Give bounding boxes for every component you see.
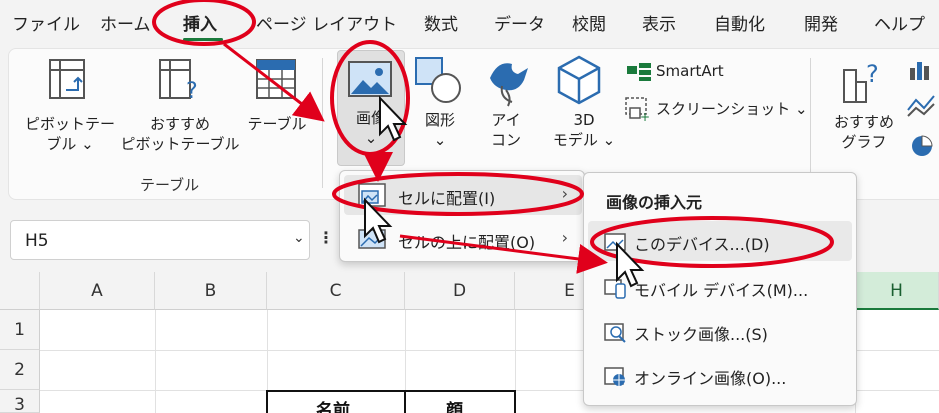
gridline (155, 310, 156, 413)
icons-label[interactable]: アイ コン (484, 110, 528, 150)
table-border (514, 390, 516, 413)
menu-item-mobile-device[interactable]: モバイル デバイス(M)... (588, 267, 852, 307)
column-header-a[interactable]: A (40, 272, 155, 310)
this-device-icon (604, 233, 626, 251)
active-tab-indicator (183, 38, 223, 41)
tab-home[interactable]: ホーム (100, 10, 151, 35)
chevron-down-icon[interactable]: ⌄ (293, 230, 305, 246)
column-header-b[interactable]: B (155, 272, 267, 310)
row-header-2[interactable]: 2 (0, 350, 40, 390)
shapes-label[interactable]: 図形 ⌄ (414, 110, 466, 150)
menu-item-stock-images[interactable]: ストック画像...(S) (588, 311, 852, 351)
name-box[interactable]: H5 ⌄ (10, 220, 310, 260)
ribbon-separator (810, 58, 811, 188)
menu-item-online-images[interactable]: オンライン画像(O)... (588, 355, 852, 395)
image-icon[interactable] (347, 60, 395, 100)
3d-models-icon[interactable] (555, 54, 603, 106)
tab-insert[interactable]: 挿入 (183, 10, 217, 35)
menu-item-place-over-cells[interactable]: セルの上に配置(O) › (344, 219, 582, 259)
screenshot-icon[interactable]: + (624, 96, 650, 122)
smartart-label[interactable]: SmartArt (656, 61, 724, 81)
table-border (404, 390, 406, 413)
stock-images-icon (604, 323, 626, 343)
row-header-3[interactable]: 3 (0, 390, 40, 413)
svg-text:+: + (640, 110, 650, 122)
cell-d3[interactable]: 顔 (446, 396, 463, 413)
chart-type-icons[interactable] (906, 58, 939, 162)
insert-picture-from-menu: 画像の挿入元 このデバイス...(D) モバイル デバイス(M)... ストック… (583, 172, 857, 406)
pivot-table-icon[interactable] (48, 58, 88, 102)
select-all-corner[interactable] (0, 272, 40, 310)
tab-page-layout[interactable]: ページ レイアウト (256, 10, 397, 35)
menu-item-place-in-cell[interactable]: セルに配置(I) › (344, 175, 582, 215)
menu-title: 画像の挿入元 (606, 193, 703, 212)
tab-review[interactable]: 校閲 (572, 10, 606, 35)
tab-help[interactable]: ヘルプ (874, 10, 925, 35)
3d-models-label[interactable]: 3D モデル ⌄ (544, 110, 624, 150)
chevron-right-icon: › (561, 184, 568, 203)
tab-developer[interactable]: 開発 (804, 10, 838, 35)
tab-data[interactable]: データ (494, 10, 545, 35)
formula-bar-options-icon[interactable]: ⋮ (318, 228, 334, 247)
menu-bar: ファイル ホーム 挿入 ページ レイアウト 数式 データ 校閲 表示 自動化 開… (0, 0, 939, 44)
recommended-pivot-label[interactable]: おすすめ ピボットテーブル (118, 114, 242, 154)
image-placement-menu: セルに配置(I) › セルの上に配置(O) › (339, 170, 585, 262)
tab-formulas[interactable]: 数式 (424, 10, 458, 35)
group-label-table: テーブル (140, 176, 200, 194)
online-images-icon (604, 367, 625, 386)
table-border (266, 390, 268, 413)
place-over-cells-icon (358, 229, 386, 249)
ribbon-separator (322, 58, 323, 188)
mobile-device-icon (604, 279, 626, 299)
table-icon[interactable] (255, 58, 299, 102)
chevron-right-icon: › (561, 228, 568, 247)
svg-text:?: ? (866, 60, 879, 88)
tab-automate[interactable]: 自動化 (714, 10, 765, 35)
table-border (267, 390, 515, 392)
recommended-pivot-icon[interactable]: ? (158, 58, 202, 104)
place-in-cell-icon (358, 183, 386, 207)
recommended-charts-icon[interactable]: ? (842, 56, 888, 104)
screenshot-label[interactable]: スクリーンショット ⌄ (656, 99, 808, 119)
menu-item-this-device[interactable]: このデバイス...(D) (588, 221, 852, 261)
tab-file[interactable]: ファイル (12, 10, 80, 35)
smartart-icon[interactable] (626, 62, 652, 82)
row-header-1[interactable]: 1 (0, 310, 40, 350)
tab-view[interactable]: 表示 (642, 10, 676, 35)
cell-c3[interactable]: 名前 (316, 396, 350, 413)
recommended-charts-label[interactable]: おすすめ グラフ (828, 112, 900, 152)
table-label[interactable]: テーブル (240, 114, 314, 134)
shapes-icon[interactable] (414, 56, 466, 106)
column-header-h[interactable]: H (855, 272, 939, 310)
svg-text:?: ? (186, 79, 198, 104)
icons-icon[interactable] (484, 54, 532, 108)
column-header-d[interactable]: D (405, 272, 515, 310)
pivot-table-label[interactable]: ピボットテー ブル ⌄ (24, 114, 116, 154)
name-box-value: H5 (25, 231, 49, 251)
column-header-c[interactable]: C (267, 272, 405, 310)
image-label[interactable]: 画像 ⌄ (341, 108, 401, 148)
